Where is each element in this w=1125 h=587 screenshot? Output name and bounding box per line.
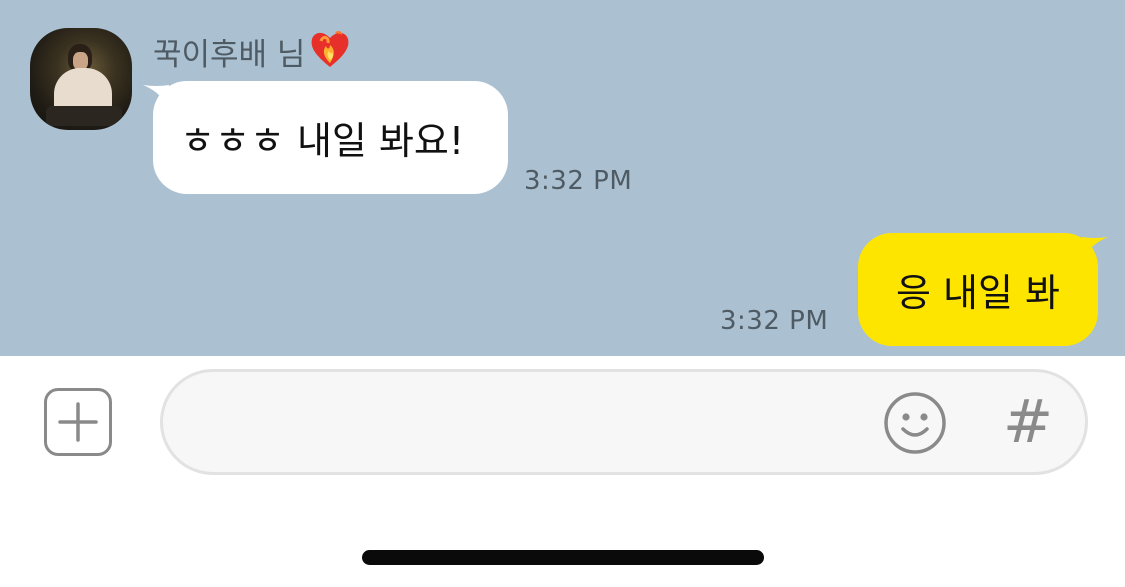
incoming-message-time: 3:32 PM bbox=[524, 166, 633, 196]
chat-area: 꾹이후배 님 ㅎㅎㅎ 내일 봐요! 3:32 PM 3:32 PM 응 내일 봐 bbox=[0, 0, 1125, 356]
home-indicator[interactable] bbox=[362, 550, 764, 565]
message-input[interactable] bbox=[160, 369, 1088, 475]
plus-icon bbox=[58, 402, 98, 442]
sender-name: 꾹이후배 님 bbox=[153, 37, 306, 73]
smiley-icon bbox=[884, 392, 946, 454]
incoming-message-text: ㅎㅎㅎ 내일 봐요! bbox=[180, 119, 465, 163]
avatar-chair bbox=[46, 106, 122, 126]
outgoing-message-text: 응 내일 봐 bbox=[896, 271, 1060, 315]
heart-on-fire-icon bbox=[309, 27, 351, 79]
sender-avatar[interactable] bbox=[30, 28, 132, 130]
outgoing-message-time: 3:32 PM bbox=[720, 306, 829, 336]
attach-plus-button[interactable] bbox=[44, 388, 112, 456]
sender-name-row: 꾹이후배 님 bbox=[153, 27, 351, 79]
outgoing-message-bubble[interactable]: 응 내일 봐 bbox=[858, 233, 1098, 346]
hashtag-search-button[interactable]: # bbox=[998, 389, 1058, 455]
incoming-message-bubble[interactable]: ㅎㅎㅎ 내일 봐요! bbox=[153, 81, 508, 194]
emoji-button[interactable] bbox=[883, 391, 947, 455]
